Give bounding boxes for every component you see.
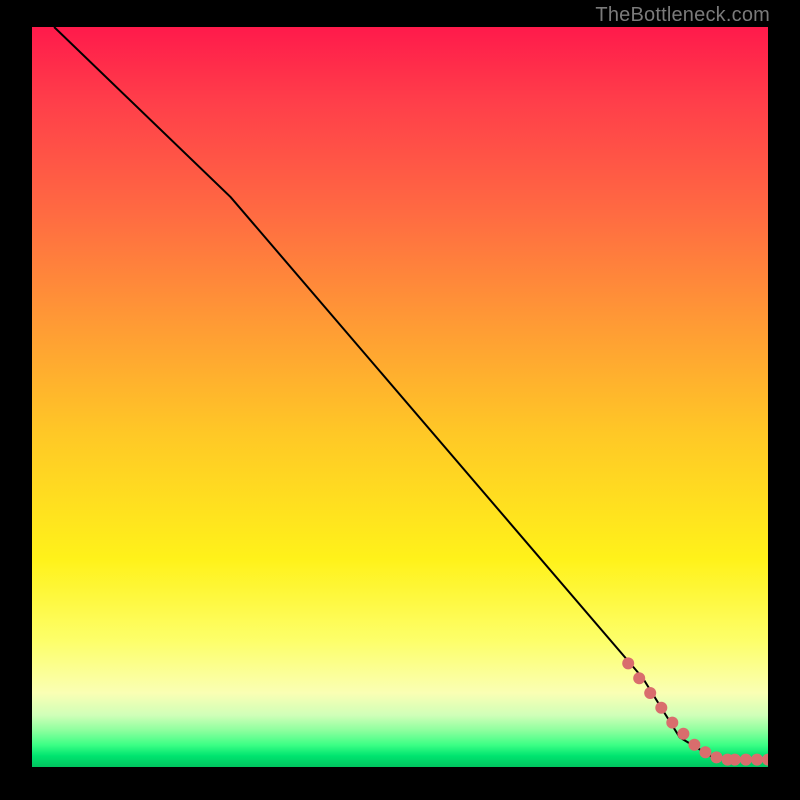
scatter-point xyxy=(699,746,711,758)
plot-area xyxy=(32,27,768,767)
scatter-point xyxy=(644,687,656,699)
scatter-point xyxy=(751,754,763,766)
curve-path xyxy=(54,27,768,760)
curve-line xyxy=(54,27,768,760)
chart-overlay xyxy=(32,27,768,767)
scatter-point xyxy=(633,672,645,684)
scatter-point xyxy=(740,754,752,766)
scatter-point xyxy=(688,739,700,751)
scatter-point xyxy=(622,657,634,669)
scatter-point xyxy=(729,754,741,766)
scatter-point xyxy=(666,717,678,729)
scatter-points xyxy=(622,657,768,765)
scatter-point xyxy=(762,754,768,766)
scatter-point xyxy=(711,751,723,763)
scatter-point xyxy=(655,702,667,714)
scatter-point xyxy=(677,728,689,740)
chart-stage: TheBottleneck.com xyxy=(0,0,800,800)
watermark-text: TheBottleneck.com xyxy=(595,4,770,27)
